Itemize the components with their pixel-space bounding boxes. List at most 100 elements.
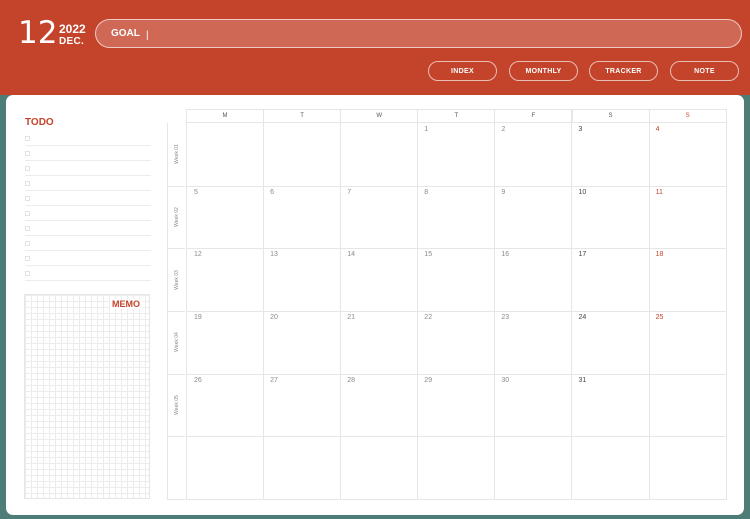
day-number: 24 — [578, 314, 587, 322]
calendar-day-cell[interactable]: 14 — [340, 248, 419, 313]
todo-checkbox[interactable] — [25, 196, 30, 201]
calendar-day-cell[interactable] — [648, 373, 727, 438]
todo-item[interactable] — [25, 160, 151, 176]
todo-item[interactable] — [25, 145, 151, 161]
day-number: 11 — [655, 188, 663, 196]
todo-checkbox[interactable] — [25, 181, 30, 186]
calendar-day-cell[interactable] — [263, 436, 342, 501]
calendar-day-cell[interactable]: 22 — [417, 311, 496, 375]
memo-grid[interactable]: MEMO — [24, 294, 150, 499]
day-header: M — [186, 109, 265, 123]
week-cell: Week 02 — [167, 185, 185, 250]
calendar-day-cell[interactable] — [571, 436, 650, 501]
header-bar: 12 2022 DEC. GOAL INDEX MONTHLY TRACKER NOT… — [0, 0, 750, 95]
day-number: 25 — [655, 314, 664, 322]
todo-item[interactable] — [25, 130, 151, 146]
calendar-day-cell[interactable] — [494, 436, 573, 501]
nav-index-button[interactable]: INDEX — [428, 61, 497, 81]
calendar-day-cell[interactable]: 3 — [571, 123, 650, 187]
calendar-day-cell[interactable]: 13 — [263, 248, 342, 313]
todo-item[interactable] — [25, 175, 151, 191]
todo-item[interactable] — [25, 250, 151, 266]
week-cell — [167, 436, 185, 501]
calendar-day-cell[interactable]: 15 — [417, 248, 496, 313]
day-number: 4 — [655, 126, 660, 133]
calendar-day-cell[interactable]: 30 — [494, 373, 573, 438]
calendar-day-cell[interactable]: 12 — [186, 248, 265, 313]
day-number: 29 — [424, 376, 433, 384]
day-number: 30 — [501, 376, 510, 384]
calendar-day-cell[interactable]: 21 — [340, 311, 419, 375]
day-header: S — [571, 109, 650, 123]
todo-item[interactable] — [25, 190, 151, 206]
calendar-day-cell[interactable]: 25 — [648, 311, 727, 375]
day-number: 31 — [578, 376, 587, 384]
calendar-day-cell[interactable]: 29 — [417, 373, 496, 438]
calendar-day-cell[interactable]: 9 — [494, 185, 573, 250]
calendar-day-cell[interactable]: 28 — [340, 373, 419, 438]
calendar-day-cell[interactable]: 5 — [186, 185, 265, 250]
calendar-day-cell[interactable]: 31 — [571, 373, 650, 438]
day-number: 28 — [347, 376, 355, 384]
todo-item[interactable] — [25, 235, 151, 251]
nav-tracker-button[interactable]: TRACKER — [589, 61, 658, 81]
calendar-day-cell[interactable]: 4 — [648, 123, 727, 187]
calendar-day-cell[interactable] — [186, 123, 265, 187]
calendar-day-cell[interactable]: 10 — [571, 185, 650, 250]
todo-checkbox[interactable] — [25, 226, 30, 231]
calendar-day-cell[interactable]: 20 — [263, 311, 342, 375]
calendar-day-cell[interactable]: 7 — [340, 185, 419, 250]
calendar-day-cell[interactable]: 27 — [263, 373, 342, 438]
calendar-day-cell[interactable]: 1 — [417, 123, 496, 187]
goal-field[interactable]: GOAL — [95, 19, 742, 48]
calendar-day-cell[interactable] — [648, 436, 727, 501]
todo-item[interactable] — [25, 265, 151, 281]
calendar-day-cell[interactable]: 24 — [571, 311, 650, 375]
todo-item[interactable] — [25, 220, 151, 236]
day-number: 2 — [501, 126, 506, 133]
todo-checkbox[interactable] — [25, 151, 30, 156]
day-number: 26 — [194, 376, 202, 384]
calendar-day-cell[interactable] — [340, 123, 419, 187]
day-header: T — [263, 109, 342, 123]
nav-monthly-button[interactable]: MONTHLY — [509, 61, 578, 81]
day-number: 9 — [501, 188, 506, 196]
day-number: 19 — [194, 314, 202, 322]
todo-item[interactable] — [25, 205, 151, 221]
day-number: 8 — [424, 188, 429, 196]
week-label: Week 01 — [174, 144, 180, 165]
calendar-grid: M T W T F S S 1 2 3 4 5 6 7 8 9 10 11 12 13 14 15 16 17 18 19 20 21… — [186, 109, 727, 501]
calendar-day-cell[interactable]: 11 — [648, 185, 727, 250]
calendar-day-cell[interactable] — [186, 436, 265, 501]
todo-checkbox[interactable] — [25, 166, 30, 171]
goal-input[interactable] — [144, 25, 728, 45]
calendar-day-cell[interactable] — [417, 436, 496, 501]
todo-checkbox[interactable] — [25, 136, 30, 141]
calendar-day-cell[interactable]: 6 — [263, 185, 342, 250]
calendar-day-cell[interactable] — [340, 436, 419, 501]
calendar-day-cell[interactable]: 2 — [494, 123, 573, 187]
calendar-day-cell[interactable]: 18 — [648, 248, 727, 313]
calendar-day-cell[interactable]: 23 — [494, 311, 573, 375]
calendar-day-cell[interactable] — [263, 123, 342, 187]
day-header: S — [648, 109, 727, 123]
todo-title: TODO — [25, 117, 54, 128]
week-label: Week 03 — [174, 269, 180, 290]
calendar-day-cell[interactable]: 16 — [494, 248, 573, 313]
calendar-day-cell[interactable]: 8 — [417, 185, 496, 250]
day-number: 3 — [578, 126, 583, 133]
day-number: 21 — [347, 314, 355, 322]
week-cell: Week 01 — [167, 123, 185, 187]
calendar-day-cell[interactable]: 19 — [186, 311, 265, 375]
day-number: 1 — [424, 126, 429, 133]
todo-checkbox[interactable] — [25, 241, 30, 246]
day-number: 5 — [194, 188, 198, 196]
calendar-day-cell[interactable]: 17 — [571, 248, 650, 313]
todo-checkbox[interactable] — [25, 271, 30, 276]
todo-checkbox[interactable] — [25, 256, 30, 261]
week-cell: Week 05 — [167, 373, 185, 438]
todo-checkbox[interactable] — [25, 211, 30, 216]
day-number: 14 — [347, 251, 355, 259]
nav-note-button[interactable]: NOTE — [670, 61, 739, 81]
calendar-day-cell[interactable]: 26 — [186, 373, 265, 438]
